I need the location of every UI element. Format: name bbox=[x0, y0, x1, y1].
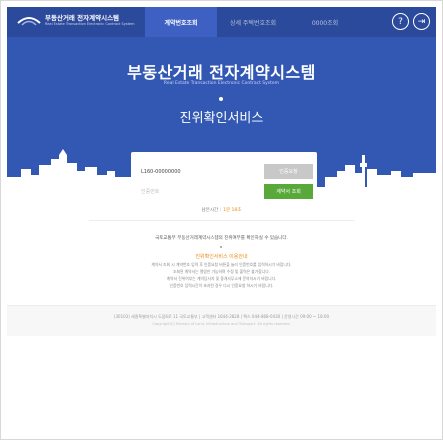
divider bbox=[89, 220, 354, 221]
header-icons: ? ⇥ bbox=[392, 13, 430, 30]
guide-description-line: 계약서 조회 시 계약번호 입력 후 인증요청 버튼을 눌러 인증번호를 입력하… bbox=[151, 262, 292, 267]
hero-divider-dot bbox=[219, 97, 223, 101]
contract-number-input[interactable] bbox=[136, 164, 258, 179]
tab-other-lookup[interactable]: 0000조회 bbox=[289, 7, 361, 37]
search-contract-button[interactable]: 계약서 조회 bbox=[264, 184, 313, 199]
main-tabs: 계약번호조회 상세 주택번호조회 0000조회 bbox=[145, 7, 361, 37]
footer-copyright: Copyright(C) Ministry of Land, Infrastru… bbox=[152, 322, 291, 326]
remaining-time: 남은시간 :1분 18초 bbox=[0, 207, 443, 213]
logo-mark-icon bbox=[17, 17, 41, 26]
logo-subtitle: Real Estate Transaction Electronic Contr… bbox=[45, 21, 135, 26]
verification-form-card: 인증요청 계약서 조회 bbox=[131, 152, 317, 204]
verification-code-input[interactable] bbox=[136, 184, 258, 199]
site-logo[interactable]: 부동산거래 전자계약시스템 Real Estate Transaction El… bbox=[17, 13, 135, 27]
tab-detail-housing-number-lookup[interactable]: 상세 주택번호조회 bbox=[217, 7, 289, 37]
footer bbox=[7, 306, 436, 336]
service-notice: 국토교통부 부동산거래계약시스템의 진위여부를 확인하실 수 있습니다. bbox=[155, 236, 288, 241]
remaining-time-label: 남은시간 : bbox=[201, 208, 222, 213]
service-guide-link[interactable]: 진위확인서비스 이용안내 bbox=[0, 253, 443, 260]
notice-divider-dot bbox=[220, 246, 222, 248]
top-navigation-bar: 부동산거래 전자계약시스템 Real Estate Transaction El… bbox=[7, 7, 436, 37]
guide-description-line: 계약서 진위여부는 계약당사자 및 중개사무소에 문의하시기 바랍니다. bbox=[166, 276, 277, 281]
guide-description-line: 인증번호 입력시간이 초과된 경우 다시 인증요청 하시기 바랍니다. bbox=[169, 283, 274, 288]
exit-icon[interactable]: ⇥ bbox=[413, 13, 430, 30]
request-verification-button[interactable]: 인증요청 bbox=[264, 164, 313, 179]
logo-title: 부동산거래 전자계약시스템 bbox=[45, 13, 120, 22]
tab-contract-number-lookup[interactable]: 계약번호조회 bbox=[145, 7, 217, 37]
hero-subtitle: Real Estate Transaction Electronic Contr… bbox=[163, 81, 280, 86]
service-title: 진위확인서비스 bbox=[179, 111, 264, 126]
remaining-time-value: 1분 18초 bbox=[223, 208, 242, 213]
help-icon[interactable]: ? bbox=[392, 13, 409, 30]
hero-title: 부동산거래 전자계약시스템 bbox=[127, 63, 316, 82]
guide-description-line: 조회된 계약서는 열람만 가능하며 수정 및 출력은 불가합니다. bbox=[173, 269, 270, 274]
footer-contact-info: (30103) 세종특별자치시 도움6로 11 국토교통부 | 고객센터 164… bbox=[113, 314, 330, 319]
